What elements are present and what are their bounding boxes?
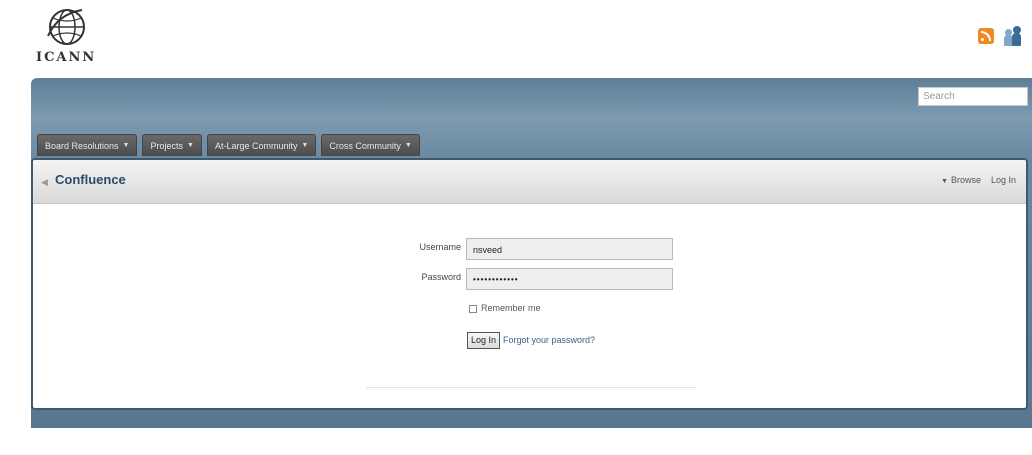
chevron-down-icon: ▼ — [941, 178, 948, 185]
rss-icon[interactable] — [978, 28, 994, 44]
chevron-down-icon: ▼ — [122, 142, 130, 149]
globe-icon — [47, 9, 85, 45]
forgot-password-link[interactable]: Forgot your password? — [503, 335, 595, 345]
header-actions: ▼ Browse Log In — [941, 175, 1016, 185]
header-icons — [978, 26, 1024, 46]
remember-me-checkbox[interactable] — [469, 305, 477, 313]
chevron-down-icon: ▼ — [404, 142, 412, 149]
password-label: Password — [421, 272, 461, 282]
page-title[interactable]: Confluence — [55, 172, 126, 187]
icann-logo[interactable]: ICANN — [36, 4, 116, 70]
divider — [366, 387, 696, 388]
tab-board-resolutions[interactable]: Board Resolutions ▼ — [37, 134, 138, 156]
browse-menu[interactable]: ▼ Browse — [941, 175, 981, 185]
username-label: Username — [419, 242, 461, 252]
panel-header: ◀ Confluence ▼ Browse Log In — [33, 160, 1026, 204]
password-field[interactable]: •••••••••••• — [466, 268, 673, 290]
tab-label: At-Large Community — [214, 140, 298, 151]
remember-me-label: Remember me — [481, 303, 541, 313]
tab-label: Projects — [150, 140, 183, 151]
search-input[interactable]: Search — [918, 87, 1028, 106]
login-button[interactable]: Log In — [467, 332, 501, 349]
chevron-left-icon[interactable]: ◀ — [41, 177, 48, 188]
tab-label: Cross Community — [329, 140, 401, 151]
chevron-down-icon: ▼ — [187, 142, 194, 149]
tab-at-large-community[interactable]: At-Large Community ▼ — [206, 134, 317, 156]
username-field[interactable]: nsveed — [466, 238, 673, 260]
space-nav: Board Resolutions ▼ Projects ▼ At-Large … — [37, 134, 420, 156]
browse-label: Browse — [950, 175, 981, 185]
main-panel: ◀ Confluence ▼ Browse Log In Username nsv… — [31, 158, 1028, 410]
people-icon[interactable] — [1004, 26, 1024, 46]
icann-wordmark: ICANN — [36, 50, 97, 65]
tab-projects[interactable]: Projects ▼ — [142, 134, 202, 156]
tab-label: Board Resolutions — [45, 140, 119, 151]
login-link[interactable]: Log In — [991, 175, 1016, 185]
chevron-down-icon: ▼ — [301, 142, 309, 149]
tab-cross-community[interactable]: Cross Community ▼ — [321, 134, 420, 156]
